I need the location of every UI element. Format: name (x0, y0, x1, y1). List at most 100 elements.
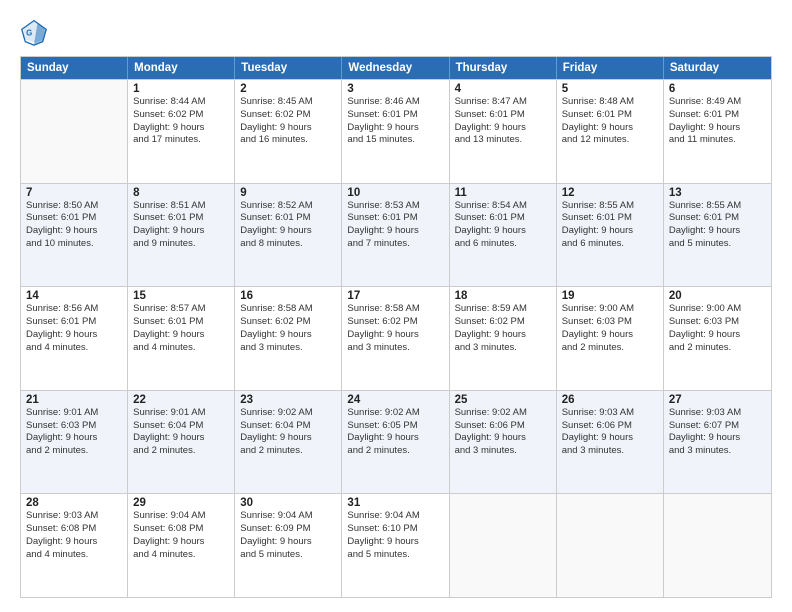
calendar-day-cell: 18Sunrise: 8:59 AM Sunset: 6:02 PM Dayli… (450, 287, 557, 390)
day-info: Sunrise: 8:48 AM Sunset: 6:01 PM Dayligh… (562, 96, 658, 147)
day-number: 4 (455, 83, 551, 95)
day-info: Sunrise: 8:55 AM Sunset: 6:01 PM Dayligh… (669, 200, 766, 251)
calendar-day-cell: 8Sunrise: 8:51 AM Sunset: 6:01 PM Daylig… (128, 184, 235, 287)
calendar-day-cell: 29Sunrise: 9:04 AM Sunset: 6:08 PM Dayli… (128, 494, 235, 597)
day-number: 30 (240, 497, 336, 509)
calendar-day-cell: 4Sunrise: 8:47 AM Sunset: 6:01 PM Daylig… (450, 80, 557, 183)
calendar-day-cell: 17Sunrise: 8:58 AM Sunset: 6:02 PM Dayli… (342, 287, 449, 390)
day-info: Sunrise: 9:02 AM Sunset: 6:05 PM Dayligh… (347, 407, 443, 458)
day-number: 12 (562, 187, 658, 199)
day-number: 14 (26, 290, 122, 302)
day-number: 10 (347, 187, 443, 199)
calendar-week-row: 14Sunrise: 8:56 AM Sunset: 6:01 PM Dayli… (21, 286, 771, 390)
day-info: Sunrise: 8:50 AM Sunset: 6:01 PM Dayligh… (26, 200, 122, 251)
calendar-day-cell: 28Sunrise: 9:03 AM Sunset: 6:08 PM Dayli… (21, 494, 128, 597)
day-number: 31 (347, 497, 443, 509)
calendar-day-cell: 10Sunrise: 8:53 AM Sunset: 6:01 PM Dayli… (342, 184, 449, 287)
calendar-day-cell: 1Sunrise: 8:44 AM Sunset: 6:02 PM Daylig… (128, 80, 235, 183)
day-number: 20 (669, 290, 766, 302)
day-info: Sunrise: 8:46 AM Sunset: 6:01 PM Dayligh… (347, 96, 443, 147)
svg-text:G: G (26, 29, 32, 38)
day-info: Sunrise: 9:03 AM Sunset: 6:06 PM Dayligh… (562, 407, 658, 458)
calendar-day-cell: 13Sunrise: 8:55 AM Sunset: 6:01 PM Dayli… (664, 184, 771, 287)
calendar-day-cell (450, 494, 557, 597)
day-info: Sunrise: 8:45 AM Sunset: 6:02 PM Dayligh… (240, 96, 336, 147)
calendar-day-cell: 3Sunrise: 8:46 AM Sunset: 6:01 PM Daylig… (342, 80, 449, 183)
day-number: 8 (133, 187, 229, 199)
weekday-header: Sunday (21, 57, 128, 79)
day-number: 23 (240, 394, 336, 406)
day-number: 3 (347, 83, 443, 95)
calendar-week-row: 7Sunrise: 8:50 AM Sunset: 6:01 PM Daylig… (21, 183, 771, 287)
day-number: 25 (455, 394, 551, 406)
calendar-week-row: 21Sunrise: 9:01 AM Sunset: 6:03 PM Dayli… (21, 390, 771, 494)
day-info: Sunrise: 8:51 AM Sunset: 6:01 PM Dayligh… (133, 200, 229, 251)
day-number: 17 (347, 290, 443, 302)
day-number: 9 (240, 187, 336, 199)
day-info: Sunrise: 9:03 AM Sunset: 6:07 PM Dayligh… (669, 407, 766, 458)
calendar-day-cell: 22Sunrise: 9:01 AM Sunset: 6:04 PM Dayli… (128, 391, 235, 494)
day-info: Sunrise: 8:53 AM Sunset: 6:01 PM Dayligh… (347, 200, 443, 251)
day-number: 27 (669, 394, 766, 406)
calendar-body: 1Sunrise: 8:44 AM Sunset: 6:02 PM Daylig… (21, 79, 771, 597)
calendar-day-cell: 20Sunrise: 9:00 AM Sunset: 6:03 PM Dayli… (664, 287, 771, 390)
day-number: 16 (240, 290, 336, 302)
weekday-header: Tuesday (235, 57, 342, 79)
day-number: 21 (26, 394, 122, 406)
day-info: Sunrise: 8:58 AM Sunset: 6:02 PM Dayligh… (240, 303, 336, 354)
calendar-day-cell: 30Sunrise: 9:04 AM Sunset: 6:09 PM Dayli… (235, 494, 342, 597)
day-info: Sunrise: 9:02 AM Sunset: 6:06 PM Dayligh… (455, 407, 551, 458)
calendar-day-cell: 23Sunrise: 9:02 AM Sunset: 6:04 PM Dayli… (235, 391, 342, 494)
calendar-day-cell (21, 80, 128, 183)
day-info: Sunrise: 8:44 AM Sunset: 6:02 PM Dayligh… (133, 96, 229, 147)
day-number: 6 (669, 83, 766, 95)
calendar-day-cell: 5Sunrise: 8:48 AM Sunset: 6:01 PM Daylig… (557, 80, 664, 183)
weekday-header: Saturday (664, 57, 771, 79)
day-number: 13 (669, 187, 766, 199)
calendar-day-cell: 9Sunrise: 8:52 AM Sunset: 6:01 PM Daylig… (235, 184, 342, 287)
page: G SundayMondayTuesdayWednesdayThursdayFr… (0, 0, 792, 612)
day-number: 22 (133, 394, 229, 406)
day-info: Sunrise: 8:47 AM Sunset: 6:01 PM Dayligh… (455, 96, 551, 147)
calendar-day-cell: 25Sunrise: 9:02 AM Sunset: 6:06 PM Dayli… (450, 391, 557, 494)
day-info: Sunrise: 8:57 AM Sunset: 6:01 PM Dayligh… (133, 303, 229, 354)
calendar-week-row: 1Sunrise: 8:44 AM Sunset: 6:02 PM Daylig… (21, 79, 771, 183)
day-number: 15 (133, 290, 229, 302)
calendar-day-cell: 11Sunrise: 8:54 AM Sunset: 6:01 PM Dayli… (450, 184, 557, 287)
calendar-day-cell: 16Sunrise: 8:58 AM Sunset: 6:02 PM Dayli… (235, 287, 342, 390)
day-info: Sunrise: 8:56 AM Sunset: 6:01 PM Dayligh… (26, 303, 122, 354)
day-info: Sunrise: 9:04 AM Sunset: 6:10 PM Dayligh… (347, 510, 443, 561)
day-info: Sunrise: 9:03 AM Sunset: 6:08 PM Dayligh… (26, 510, 122, 561)
day-info: Sunrise: 8:55 AM Sunset: 6:01 PM Dayligh… (562, 200, 658, 251)
day-number: 19 (562, 290, 658, 302)
day-number: 24 (347, 394, 443, 406)
day-number: 26 (562, 394, 658, 406)
header: G (20, 18, 772, 46)
day-number: 1 (133, 83, 229, 95)
calendar-day-cell (664, 494, 771, 597)
day-info: Sunrise: 9:01 AM Sunset: 6:03 PM Dayligh… (26, 407, 122, 458)
calendar-header: SundayMondayTuesdayWednesdayThursdayFrid… (21, 57, 771, 79)
day-number: 7 (26, 187, 122, 199)
day-info: Sunrise: 8:52 AM Sunset: 6:01 PM Dayligh… (240, 200, 336, 251)
calendar: SundayMondayTuesdayWednesdayThursdayFrid… (20, 56, 772, 598)
calendar-day-cell: 24Sunrise: 9:02 AM Sunset: 6:05 PM Dayli… (342, 391, 449, 494)
day-number: 11 (455, 187, 551, 199)
weekday-header: Wednesday (342, 57, 449, 79)
calendar-day-cell: 27Sunrise: 9:03 AM Sunset: 6:07 PM Dayli… (664, 391, 771, 494)
day-info: Sunrise: 9:00 AM Sunset: 6:03 PM Dayligh… (562, 303, 658, 354)
day-info: Sunrise: 9:02 AM Sunset: 6:04 PM Dayligh… (240, 407, 336, 458)
weekday-header: Monday (128, 57, 235, 79)
calendar-day-cell: 26Sunrise: 9:03 AM Sunset: 6:06 PM Dayli… (557, 391, 664, 494)
calendar-day-cell: 19Sunrise: 9:00 AM Sunset: 6:03 PM Dayli… (557, 287, 664, 390)
day-info: Sunrise: 9:00 AM Sunset: 6:03 PM Dayligh… (669, 303, 766, 354)
day-info: Sunrise: 9:04 AM Sunset: 6:08 PM Dayligh… (133, 510, 229, 561)
calendar-day-cell: 12Sunrise: 8:55 AM Sunset: 6:01 PM Dayli… (557, 184, 664, 287)
day-info: Sunrise: 8:59 AM Sunset: 6:02 PM Dayligh… (455, 303, 551, 354)
day-number: 29 (133, 497, 229, 509)
weekday-header: Friday (557, 57, 664, 79)
day-number: 5 (562, 83, 658, 95)
calendar-day-cell: 7Sunrise: 8:50 AM Sunset: 6:01 PM Daylig… (21, 184, 128, 287)
logo-icon: G (20, 18, 48, 46)
calendar-week-row: 28Sunrise: 9:03 AM Sunset: 6:08 PM Dayli… (21, 493, 771, 597)
